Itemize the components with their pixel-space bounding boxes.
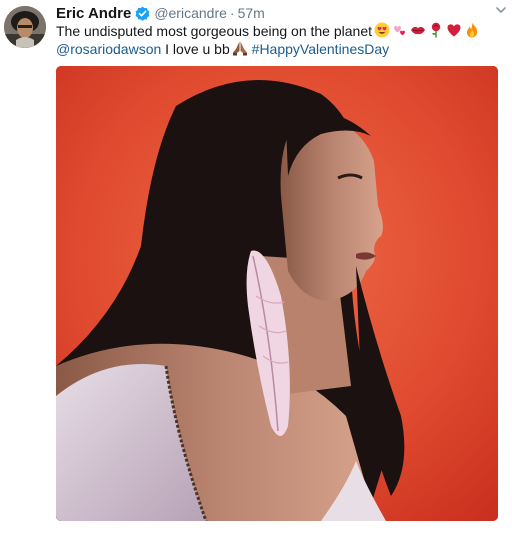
tweet-header: Eric Andre @ericandre · 57m xyxy=(56,3,265,23)
rose-emoji-icon xyxy=(428,22,444,38)
tweet-text-middle: I love u bb xyxy=(161,41,230,57)
tweet-text-main: The undisputed most gorgeous being on th… xyxy=(56,23,373,39)
retweet-icon[interactable] xyxy=(134,528,152,535)
tweet-text-line-2: @rosariodawson I love u bb #HappyValenti… xyxy=(56,40,502,58)
tweet-actions xyxy=(56,528,230,535)
chevron-down-icon[interactable] xyxy=(494,3,508,17)
tweet[interactable]: Eric Andre @ericandre · 57m The undisput… xyxy=(0,0,512,535)
reply-icon[interactable] xyxy=(56,528,74,535)
header-separator: · xyxy=(229,5,235,21)
mention-link[interactable]: @rosariodawson xyxy=(56,41,161,57)
tweet-text-line-1: The undisputed most gorgeous being on th… xyxy=(56,22,502,40)
author-name[interactable]: Eric Andre xyxy=(56,5,131,22)
fire-emoji-icon xyxy=(464,22,480,38)
tweet-photo[interactable] xyxy=(56,66,498,521)
timestamp[interactable]: 57m xyxy=(238,5,265,21)
two-hearts-emoji-icon xyxy=(392,22,408,38)
tweet-text: The undisputed most gorgeous being on th… xyxy=(56,22,502,58)
verified-badge-icon xyxy=(135,6,150,21)
like-icon[interactable] xyxy=(212,528,230,535)
hashtag-link[interactable]: #HappyValentinesDay xyxy=(252,41,390,57)
red-heart-emoji-icon xyxy=(446,22,462,38)
kiss-mark-emoji-icon xyxy=(410,22,426,38)
avatar[interactable] xyxy=(4,6,46,48)
heart-eyes-emoji-icon xyxy=(374,22,390,38)
folded-hands-emoji-icon xyxy=(232,40,248,56)
author-handle[interactable]: @ericandre xyxy=(154,5,227,21)
